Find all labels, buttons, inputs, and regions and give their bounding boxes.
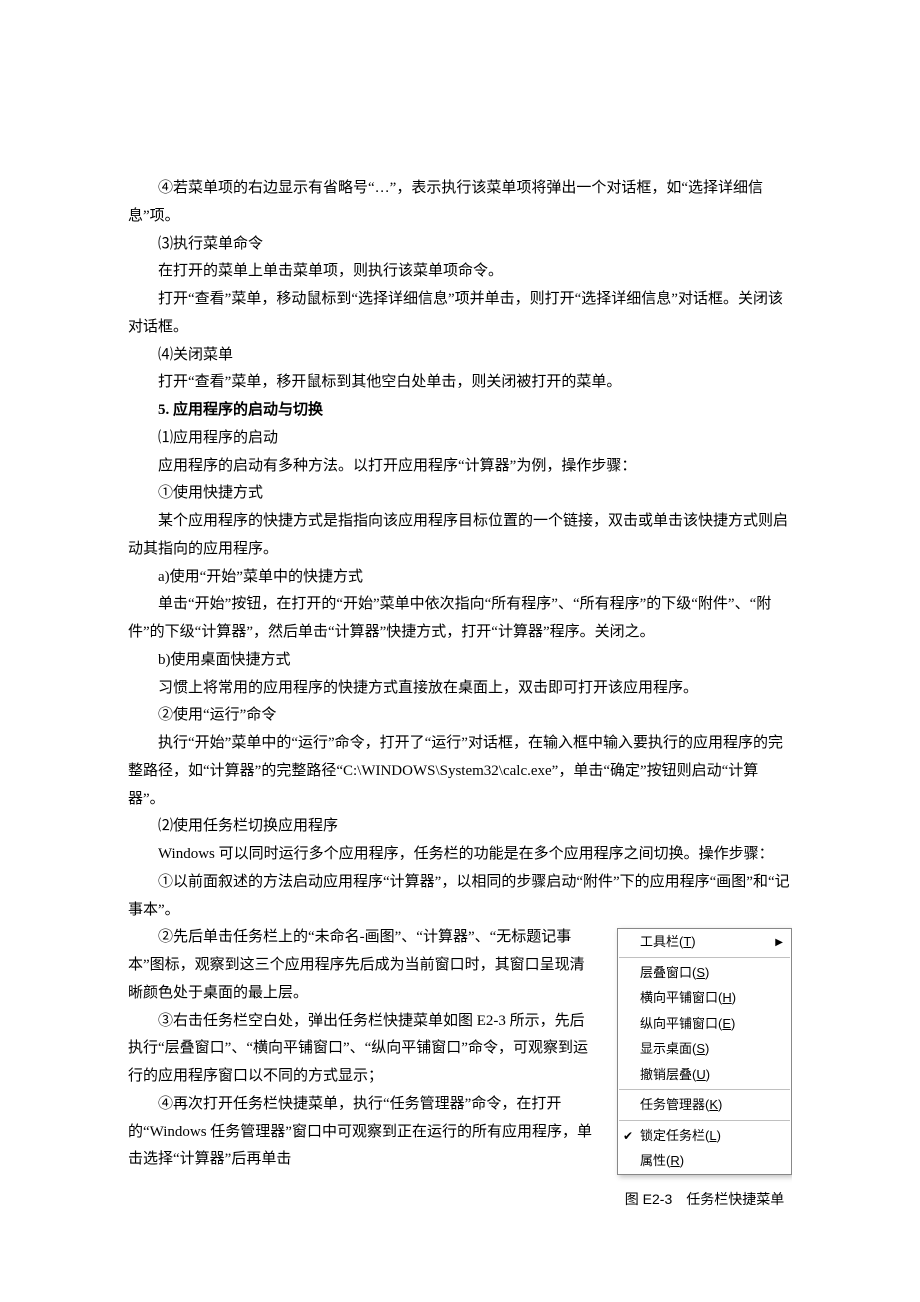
- menu-label: 工具栏(T): [640, 932, 696, 952]
- menu-label: 撤销层叠(U): [640, 1065, 710, 1085]
- menu-label: 显示桌面(S): [640, 1039, 709, 1059]
- para: 习惯上将常用的应用程序的快捷方式直接放在桌面上，双击即可打开该应用程序。: [128, 675, 792, 703]
- menu-item-tile-vertical[interactable]: 纵向平铺窗口(E): [618, 1011, 791, 1037]
- menu-item-undo-cascade[interactable]: 撤销层叠(U): [618, 1062, 791, 1088]
- figure-e2-3: 工具栏(T) ▶ 层叠窗口(S) 横向平铺窗口(H) 纵向平铺窗口(E) 显示桌…: [617, 928, 792, 1224]
- para: a)使用“开始”菜单中的快捷方式: [128, 564, 792, 592]
- menu-item-cascade[interactable]: 层叠窗口(S): [618, 960, 791, 986]
- menu-separator: [619, 1089, 790, 1090]
- menu-separator: [619, 957, 790, 958]
- para: 打开“查看”菜单，移开鼠标到其他空白处单击，则关闭被打开的菜单。: [128, 369, 792, 397]
- para: 执行“开始”菜单中的“运行”命令，打开了“运行”对话框，在输入框中输入要执行的应…: [128, 730, 792, 813]
- menu-item-tile-horizontal[interactable]: 横向平铺窗口(H): [618, 985, 791, 1011]
- menu-item-show-desktop[interactable]: 显示桌面(S): [618, 1036, 791, 1062]
- check-icon: ✔: [623, 1127, 633, 1145]
- para: ⑵使用任务栏切换应用程序: [128, 813, 792, 841]
- para: 单击“开始”按钮，在打开的“开始”菜单中依次指向“所有程序”、“所有程序”的下级…: [128, 591, 792, 647]
- figure-wrap: 工具栏(T) ▶ 层叠窗口(S) 横向平铺窗口(H) 纵向平铺窗口(E) 显示桌…: [128, 924, 792, 1230]
- menu-separator: [619, 1120, 790, 1121]
- menu-label: 纵向平铺窗口(E): [640, 1014, 735, 1034]
- menu-label: 属性(R): [640, 1151, 684, 1171]
- menu-label: 层叠窗口(S): [640, 963, 709, 983]
- heading-5: 5. 应用程序的启动与切换: [128, 397, 792, 425]
- para: ①使用快捷方式: [128, 480, 792, 508]
- menu-item-properties[interactable]: 属性(R): [618, 1148, 791, 1174]
- menu-item-lock-taskbar[interactable]: ✔ 锁定任务栏(L): [618, 1123, 791, 1149]
- menu-label: 横向平铺窗口(H): [640, 988, 736, 1008]
- submenu-arrow-icon: ▶: [775, 935, 783, 950]
- document-page: ④若菜单项的右边显示有省略号“…”，表示执行该菜单项将弹出一个对话框，如“选择详…: [0, 0, 920, 1302]
- menu-label: 锁定任务栏(L): [640, 1126, 721, 1146]
- menu-label: 任务管理器(K): [640, 1095, 722, 1115]
- para: 打开“查看”菜单，移动鼠标到“选择详细信息”项并单击，则打开“选择详细信息”对话…: [128, 286, 792, 342]
- para: b)使用桌面快捷方式: [128, 647, 792, 675]
- para: ②使用“运行”命令: [128, 702, 792, 730]
- menu-item-task-manager[interactable]: 任务管理器(K): [618, 1092, 791, 1118]
- para: ⑴应用程序的启动: [128, 425, 792, 453]
- para-4: ④若菜单项的右边显示有省略号“…”，表示执行该菜单项将弹出一个对话框，如“选择详…: [128, 175, 792, 231]
- figure-caption: 图 E2-3 任务栏快捷菜单: [617, 1189, 792, 1210]
- para: 在打开的菜单上单击菜单项，则执行该菜单项命令。: [128, 258, 792, 286]
- para: 应用程序的启动有多种方法。以打开应用程序“计算器”为例，操作步骤：: [128, 453, 792, 481]
- menu-item-toolbar[interactable]: 工具栏(T) ▶: [618, 929, 791, 955]
- taskbar-context-menu: 工具栏(T) ▶ 层叠窗口(S) 横向平铺窗口(H) 纵向平铺窗口(E) 显示桌…: [617, 928, 792, 1175]
- para-4-heading: ⑷关闭菜单: [128, 342, 792, 370]
- para: Windows 可以同时运行多个应用程序，任务栏的功能是在多个应用程序之间切换。…: [128, 841, 792, 869]
- para: 某个应用程序的快捷方式是指指向该应用程序目标位置的一个链接，双击或单击该快捷方式…: [128, 508, 792, 564]
- para: ①以前面叙述的方法启动应用程序“计算器”，以相同的步骤启动“附件”下的应用程序“…: [128, 869, 792, 925]
- para-3-heading: ⑶执行菜单命令: [128, 231, 792, 259]
